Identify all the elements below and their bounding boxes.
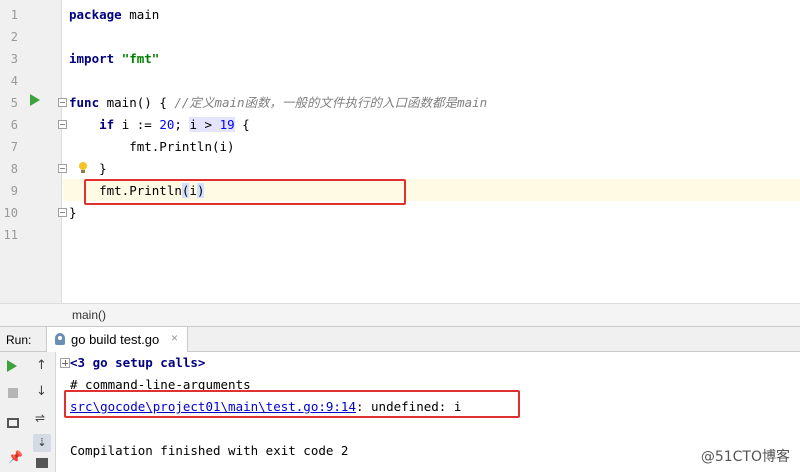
run-gutter-icon[interactable] [30, 94, 40, 106]
line-number: 5 [10, 96, 18, 110]
editor-gutter[interactable]: 1 2 3 4 5 6 7 8 9 10 11 [0, 0, 67, 303]
code-line-10[interactable]: } [69, 202, 77, 224]
run-label: Run: [6, 333, 32, 347]
number-literal: 19 [219, 117, 235, 132]
comment: main [457, 95, 488, 110]
comment: main [214, 95, 245, 110]
code-text: main() { [99, 95, 175, 110]
run-console[interactable]: <3 go setup calls> # command-line-argume… [57, 352, 800, 472]
line-number: 8 [10, 162, 18, 176]
comment: 函数，一般的文件执行的入口函数都是 [244, 95, 458, 110]
layout-icon[interactable] [7, 418, 19, 428]
arrow-up-icon[interactable]: ↑ [36, 358, 52, 374]
code-text: i := [114, 117, 160, 132]
string-literal: "fmt" [121, 51, 160, 66]
line-number: 10 [3, 206, 18, 220]
watermark: @51CTO博客 [700, 449, 790, 465]
code-line-5[interactable]: func main() { //定义main函数，一般的文件执行的入口函数都是m… [69, 92, 487, 114]
line-number: 6 [10, 118, 18, 132]
breadcrumb[interactable]: main() [0, 303, 800, 326]
highlighted-code: i > [189, 117, 220, 132]
code-text: main [121, 7, 160, 22]
line-number: 4 [10, 74, 18, 88]
fold-toggle-icon[interactable] [58, 208, 67, 217]
stop-icon[interactable] [8, 388, 18, 398]
pin-icon[interactable]: 📌 [8, 450, 24, 466]
error-highlight-box [64, 390, 520, 418]
lightbulb-icon[interactable] [78, 162, 88, 174]
fold-toggle-icon[interactable] [58, 98, 67, 107]
line-number: 3 [10, 52, 18, 66]
run-tab-label: go build test.go [71, 332, 160, 347]
expand-icon[interactable] [60, 358, 70, 368]
rerun-icon[interactable] [7, 360, 17, 372]
breadcrumb-item[interactable]: main() [72, 308, 106, 322]
print-icon[interactable] [36, 458, 48, 468]
error-highlight-box [84, 179, 406, 205]
console-finished-line: Compilation finished with exit code 2 [70, 443, 349, 458]
arrow-down-icon[interactable]: ↓ [36, 384, 52, 400]
line-number: 7 [10, 140, 18, 154]
code-line-6[interactable]: if i := 20; i > 19 { [69, 114, 250, 136]
fold-toggle-icon[interactable] [58, 164, 67, 173]
run-tab[interactable]: go build test.go × [46, 327, 188, 352]
line-number: 2 [10, 30, 18, 44]
fold-toggle-icon[interactable] [58, 120, 67, 129]
run-toolbar: 📌 ↑ ↓ ⇌ ⇣ [0, 352, 56, 472]
code-line-1[interactable]: package main [69, 4, 159, 26]
code-text: { [234, 117, 250, 132]
code-editor[interactable]: 1 2 3 4 5 6 7 8 9 10 11 package main imp… [0, 0, 800, 303]
line-number: 11 [3, 228, 18, 242]
go-file-icon [55, 333, 65, 345]
keyword: import [69, 51, 115, 66]
comment: //定义 [174, 95, 215, 110]
run-panel-header: Run: go build test.go × [0, 326, 800, 352]
soft-wrap-icon[interactable]: ⇌ [35, 410, 51, 426]
console-setup-calls[interactable]: <3 go setup calls> [70, 354, 205, 372]
keyword: func [69, 95, 100, 110]
line-number: 9 [10, 184, 18, 198]
keyword: package [69, 7, 122, 22]
line-number: 1 [10, 8, 18, 22]
keyword: if [99, 117, 115, 132]
code-line-3[interactable]: import "fmt" [69, 48, 159, 70]
code-line-7[interactable]: fmt.Println(i) [69, 136, 234, 158]
close-icon[interactable]: × [171, 331, 178, 345]
scroll-to-end-icon[interactable]: ⇣ [33, 434, 51, 452]
code-text: ; [174, 117, 190, 132]
number-literal: 20 [159, 117, 175, 132]
